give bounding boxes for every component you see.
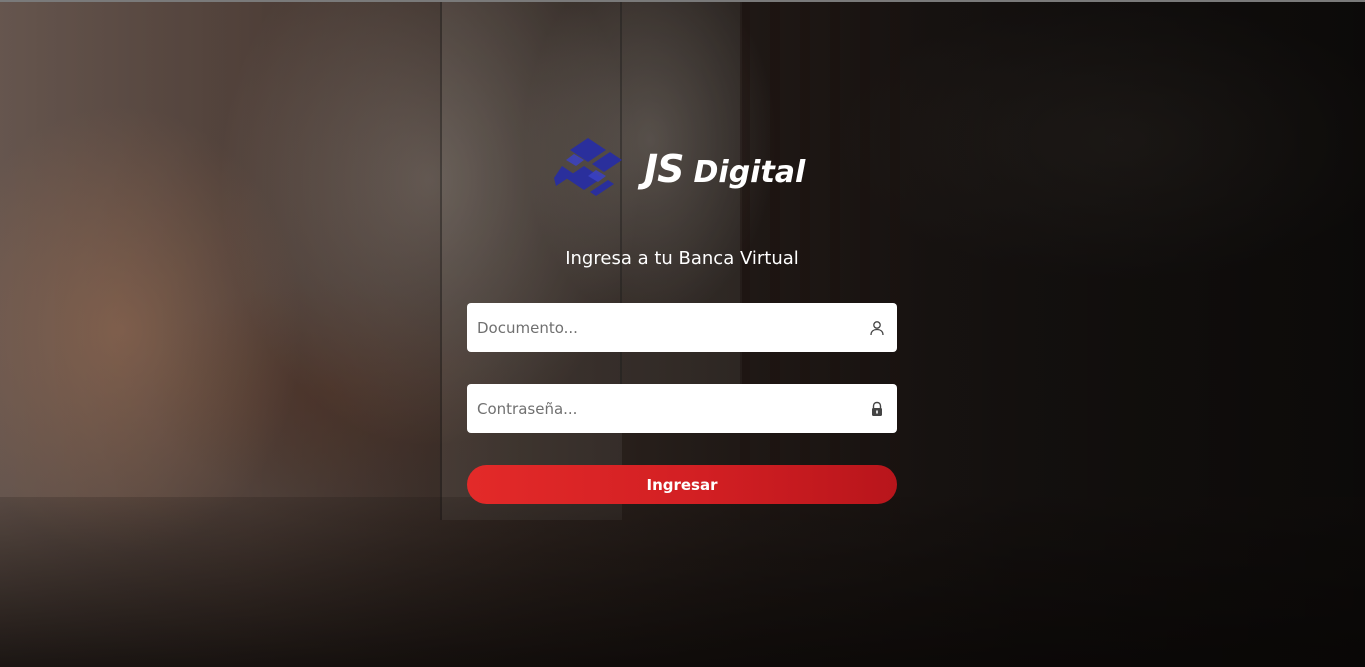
password-field[interactable] (467, 384, 897, 433)
password-input[interactable] (467, 384, 868, 433)
login-page: JSDigital Ingresa a tu Banca Virtual Ing… (0, 0, 1365, 667)
document-input[interactable] (467, 303, 868, 352)
brand-name-secondary: Digital (693, 155, 806, 190)
brand-logo: JS Digital (554, 136, 824, 202)
login-subtitle: Ingresa a tu Banca Virtual (565, 248, 799, 269)
lock-icon (868, 400, 886, 418)
document-field[interactable] (467, 303, 897, 352)
brand-logo-icon (554, 138, 622, 196)
user-icon (868, 319, 886, 337)
submit-button[interactable]: Ingresar (467, 465, 897, 504)
top-border (0, 0, 1365, 2)
brand-name-primary: JS (644, 147, 685, 191)
brand-name: JS Digital (644, 147, 805, 191)
